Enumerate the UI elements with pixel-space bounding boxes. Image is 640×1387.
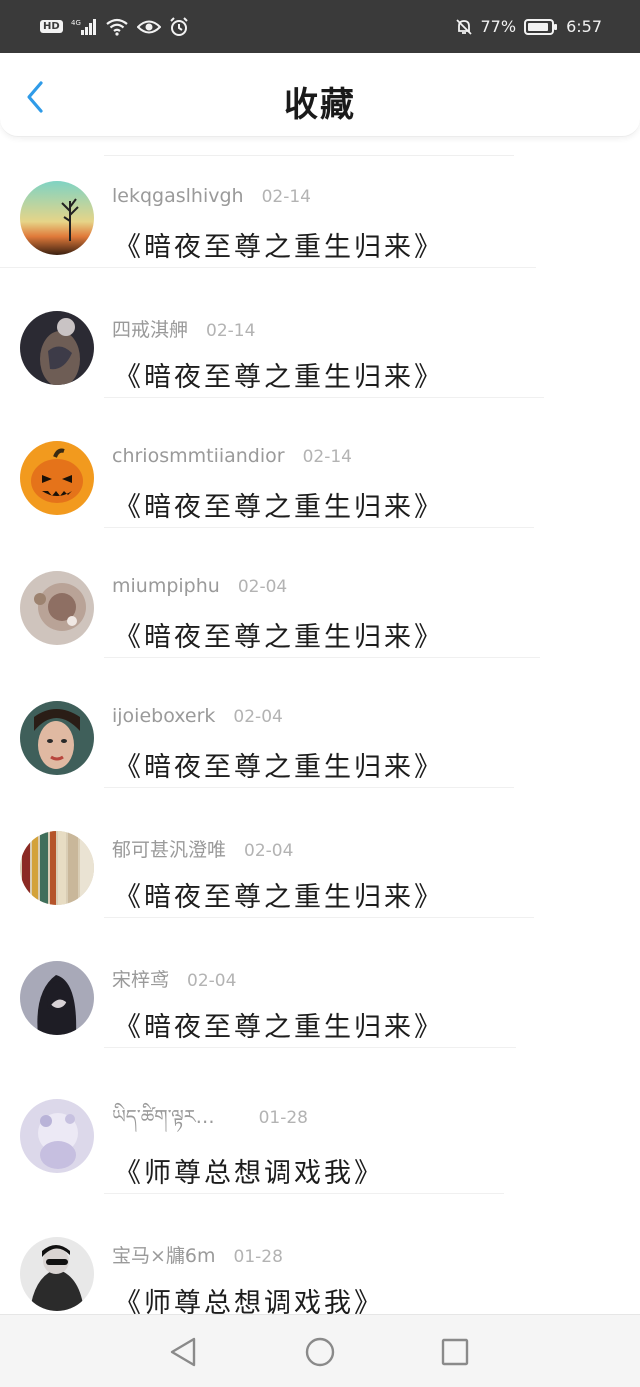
book-title[interactable]: 《暗夜至尊之重生归来》 xyxy=(114,355,444,394)
item-meta: 郁可甚汎澄唯 02-04 xyxy=(112,835,293,862)
date: 02-14 xyxy=(206,321,256,341)
nav-home-button[interactable] xyxy=(301,1333,339,1371)
item-meta: ijoieboxerk 02-04 xyxy=(112,705,283,727)
username[interactable]: ཡིད་ཚིག་ལྟར… xyxy=(112,1095,215,1149)
nav-recents-button[interactable] xyxy=(436,1333,474,1371)
battery-icon xyxy=(524,18,558,36)
avatar[interactable] xyxy=(20,831,94,905)
eye-icon xyxy=(136,19,161,35)
list-item[interactable]: miumpiphu 02-04 《暗夜至尊之重生归来》 xyxy=(0,527,640,658)
book-title[interactable]: 《暗夜至尊之重生归来》 xyxy=(114,615,444,654)
avatar[interactable] xyxy=(20,311,94,385)
avatar[interactable] xyxy=(20,701,94,775)
avatar[interactable] xyxy=(20,1099,94,1173)
username[interactable]: 宋梓鸢 xyxy=(112,965,169,992)
favorites-list[interactable]: lekqgaslhivgh 02-14 《暗夜至尊之重生归来》 四戒淇舺 02-… xyxy=(0,137,640,1314)
signal-icon: 4G xyxy=(71,18,97,36)
book-title[interactable]: 《暗夜至尊之重生归来》 xyxy=(114,745,444,784)
status-bar-left: HD 4G xyxy=(40,16,189,37)
wifi-icon xyxy=(105,18,129,36)
home-circle-icon xyxy=(305,1337,335,1367)
username[interactable]: miumpiphu xyxy=(112,575,220,597)
item-meta: 宝马×牗6m 01-28 xyxy=(112,1241,283,1268)
back-triangle-icon xyxy=(170,1337,196,1367)
book-title[interactable]: 《师尊总想调戏我》 xyxy=(114,1151,384,1190)
recents-square-icon xyxy=(441,1338,469,1366)
page-title: 收藏 xyxy=(284,85,356,125)
list-item[interactable]: 四戒淇舺 02-14 《暗夜至尊之重生归来》 xyxy=(0,267,640,398)
alarm-icon xyxy=(169,16,189,37)
battery-percent: 77% xyxy=(480,17,517,36)
navigation-bar xyxy=(0,1314,640,1387)
date: 02-14 xyxy=(302,447,352,467)
nav-back-button[interactable] xyxy=(164,1333,202,1371)
book-title[interactable]: 《暗夜至尊之重生归来》 xyxy=(114,225,444,264)
date: 01-28 xyxy=(258,1108,308,1128)
date: 01-28 xyxy=(233,1247,283,1267)
date: 02-04 xyxy=(237,577,288,597)
list-item[interactable]: 宝马×牗6m 01-28 《师尊总想调戏我》 xyxy=(0,1193,640,1314)
username[interactable]: 四戒淇舺 xyxy=(112,315,188,342)
list-item[interactable]: ijoieboxerk 02-04 《暗夜至尊之重生归来》 xyxy=(0,657,640,788)
date: 02-04 xyxy=(244,841,294,861)
clock-time: 6:57 xyxy=(566,17,602,36)
avatar[interactable] xyxy=(20,1237,94,1311)
item-meta: 宋梓鸢 02-04 xyxy=(112,965,236,992)
avatar[interactable] xyxy=(20,181,94,255)
username[interactable]: chriosmmtiiandior xyxy=(112,445,285,467)
list-item[interactable]: lekqgaslhivgh 02-14 《暗夜至尊之重生归来》 xyxy=(0,137,640,268)
item-meta: chriosmmtiiandior 02-14 xyxy=(112,445,352,467)
status-bar-right: 77% 6:57 xyxy=(455,17,602,36)
username[interactable]: lekqgaslhivgh xyxy=(112,185,244,207)
avatar[interactable] xyxy=(20,571,94,645)
date: 02-04 xyxy=(187,971,237,991)
list-item[interactable]: ཡིད་ཚིག་ལྟར… 01-28 《师尊总想调戏我》 xyxy=(0,1047,640,1194)
app-header: 收藏 xyxy=(0,53,640,137)
item-meta: 四戒淇舺 02-14 xyxy=(112,315,255,342)
item-meta: lekqgaslhivgh 02-14 xyxy=(112,185,311,207)
status-bar: HD 4G 77% 6:57 xyxy=(0,0,640,53)
item-meta: ཡིད་ཚིག་ལྟར… 01-28 xyxy=(112,1095,308,1149)
list-item[interactable]: 郁可甚汎澄唯 02-04 《暗夜至尊之重生归来》 xyxy=(0,787,640,918)
avatar[interactable] xyxy=(20,441,94,515)
hd-icon: HD xyxy=(40,20,63,33)
list-item[interactable]: chriosmmtiiandior 02-14 《暗夜至尊之重生归来》 xyxy=(0,397,640,528)
book-title[interactable]: 《暗夜至尊之重生归来》 xyxy=(114,485,444,524)
book-title[interactable]: 《师尊总想调戏我》 xyxy=(114,1281,384,1314)
network-type-label: 4G xyxy=(71,19,81,27)
item-meta: miumpiphu 02-04 xyxy=(112,575,287,597)
date: 02-14 xyxy=(261,187,311,207)
avatar[interactable] xyxy=(20,961,94,1035)
book-title[interactable]: 《暗夜至尊之重生归来》 xyxy=(114,1005,444,1044)
username[interactable]: ijoieboxerk xyxy=(112,705,215,727)
book-title[interactable]: 《暗夜至尊之重生归来》 xyxy=(114,875,444,914)
username[interactable]: 宝马×牗6m xyxy=(112,1241,216,1268)
mute-icon xyxy=(455,18,473,36)
list-item[interactable]: 宋梓鸢 02-04 《暗夜至尊之重生归来》 xyxy=(0,917,640,1048)
date: 02-04 xyxy=(233,707,283,727)
username[interactable]: 郁可甚汎澄唯 xyxy=(112,835,226,862)
